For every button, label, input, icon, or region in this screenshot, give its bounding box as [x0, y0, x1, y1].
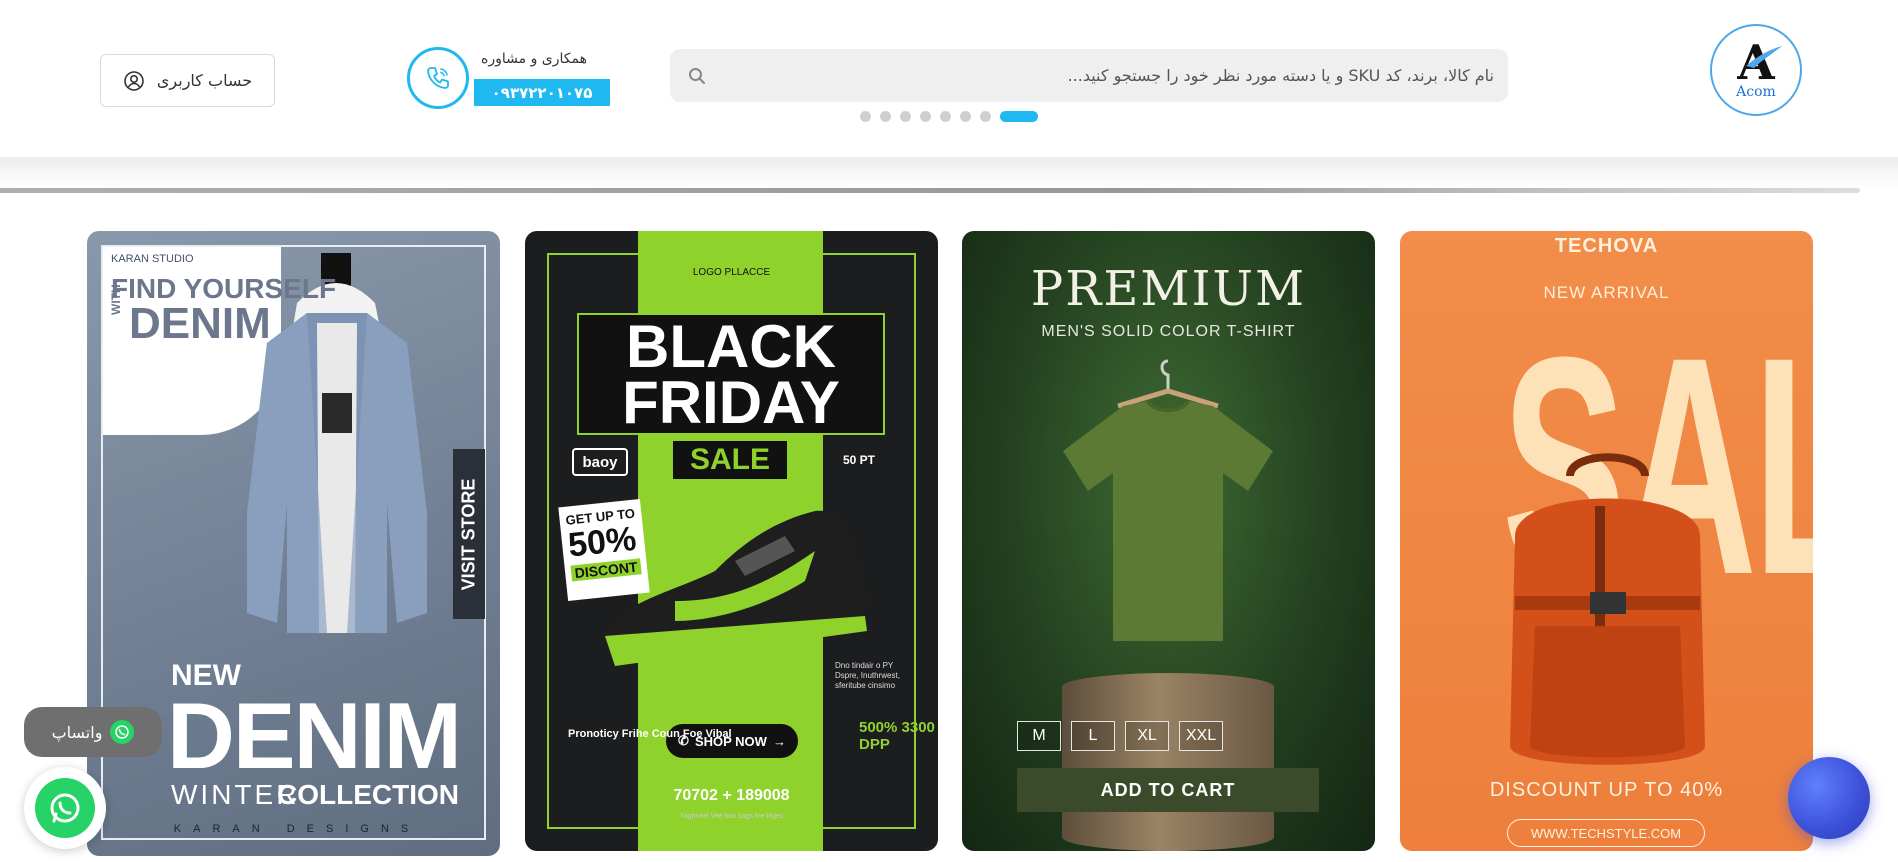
banner-premium-tshirt[interactable]: PREMIUM MEN'S SOLID COLOR T-SHIRT M L XL… [962, 231, 1375, 851]
instagram-phone: 70702 + 189008 [673, 787, 790, 804]
size-options: M L XL XXL [1017, 721, 1223, 751]
discount-text: DISCOUNT UP TO 40% [1489, 779, 1724, 801]
visit-store-label: VISIT STORE [458, 478, 479, 590]
display-pedestal [1062, 673, 1274, 851]
studio-label: KARAN STUDIO [111, 253, 194, 265]
promo-right-numbers: 500% 3300 DPP [859, 719, 935, 753]
contact-phone[interactable]: ۰۹۳۷۲۲۰۱۰۷۵ [474, 79, 610, 106]
carousel-dot[interactable] [980, 110, 991, 122]
header-subbar [0, 157, 1898, 192]
size-option[interactable]: L [1071, 721, 1115, 751]
logo-placeholder: LOGO PLLACCE [692, 267, 771, 278]
size-option[interactable]: XXL [1179, 721, 1223, 751]
backpack-image [1510, 453, 1705, 765]
carousel-dot[interactable] [860, 110, 871, 122]
sale-badge: SALE [670, 438, 790, 482]
promo-left-text: Pronoticy Frihe Coun Foe Vibal [568, 728, 732, 740]
premium-subtitle: MEN'S SOLID COLOR T-SHIRT [1041, 323, 1296, 340]
designs-text: KARAN DESIGNS [173, 823, 421, 835]
carousel-dot[interactable] [880, 110, 891, 122]
carousel-dot-active[interactable] [1000, 110, 1038, 122]
subbar-divider [0, 188, 1860, 193]
collection-text: COLLECTION [277, 779, 459, 810]
size-option[interactable]: XL [1125, 721, 1169, 751]
carousel-dot[interactable] [920, 110, 931, 122]
promo-right-small: Dno tindair o PY Dspre, Inuthrwest, sfer… [835, 661, 900, 690]
carousel-dot[interactable] [940, 110, 951, 122]
denim-headline: DENIM [167, 683, 462, 788]
arrow-right-icon: → [772, 733, 786, 749]
logo-swoosh-icon [1746, 46, 1782, 68]
shop-now-button[interactable]: ✆ SHOP NOW → [663, 721, 801, 761]
carousel-dots [860, 110, 1038, 122]
premium-title: PREMIUM [1030, 261, 1307, 317]
denim-small-text: DENIM [129, 299, 271, 348]
carousel-dot[interactable] [960, 110, 971, 122]
fine-print: Yaghneel Vee hoo sags foe Iltgec [679, 813, 784, 820]
visit-store-button[interactable]: VISIT STORE [453, 449, 485, 619]
black-friday-title: BLACK FRIDAY [622, 313, 840, 436]
site-logo[interactable]: A Acom [1710, 24, 1802, 116]
carousel-dot[interactable] [900, 110, 911, 122]
brand-name: TECHOVA [1554, 235, 1659, 257]
account-button[interactable]: حساب کاربری [100, 54, 275, 107]
with-text: WITH [109, 284, 123, 315]
whatsapp-chat-pill[interactable]: واتساپ [24, 707, 162, 757]
whatsapp-icon [110, 720, 135, 744]
banner-black-friday[interactable]: LOGO PLLACCE BLACK FRIDAY SALE baoy 50 P… [525, 231, 938, 851]
chat-bubble-icon[interactable] [1788, 757, 1870, 839]
website-link[interactable]: WWW.TECHSTYLE.COM [1507, 819, 1705, 847]
size-option[interactable]: M [1017, 721, 1061, 751]
brand-tag: baoy [572, 448, 628, 476]
points-label: 50 PT [843, 453, 876, 467]
account-label: حساب کاربری [156, 71, 253, 90]
user-icon [124, 70, 144, 91]
site-header: A Acom همکاری و مشاوره ۰۹۳۷۲۲۰۱۰۷۵ حساب … [0, 0, 1898, 157]
add-to-cart-button[interactable]: ADD TO CART [1017, 768, 1319, 812]
logo-text: Acom [1736, 84, 1776, 100]
whatsapp-icon [35, 778, 95, 838]
phone-icon [407, 47, 469, 109]
search-bar [670, 49, 1508, 102]
whatsapp-label: واتساپ [51, 722, 103, 742]
banner-techova-sale[interactable]: TECHOVA NEW ARRIVAL SALE DISCOUNT UP TO … [1400, 231, 1813, 851]
contact-label: همکاری و مشاوره [481, 51, 587, 67]
sneaker-image [603, 510, 867, 666]
contact-block[interactable]: همکاری و مشاوره ۰۹۳۷۲۲۰۱۰۷۵ [407, 47, 610, 109]
search-input[interactable] [708, 49, 1494, 102]
banner-denim[interactable]: KARAN STUDIO FIND YOURSELF WITH DENIM VI… [87, 231, 500, 856]
whatsapp-fab[interactable] [24, 767, 106, 849]
search-icon[interactable] [686, 65, 708, 87]
tshirt-image [1063, 359, 1273, 641]
